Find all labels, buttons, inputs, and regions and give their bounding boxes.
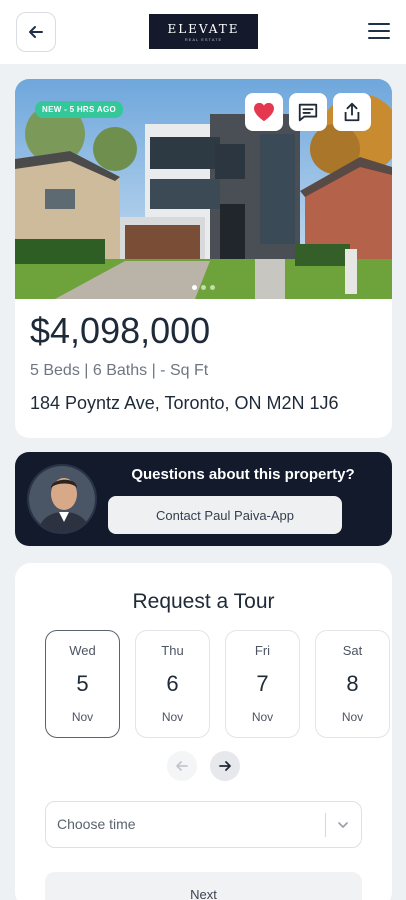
new-listing-badge: NEW - 5 HRS AGO	[35, 101, 123, 118]
listing-price: $4,098,000	[30, 310, 211, 351]
day-month: Nov	[341, 710, 364, 724]
contact-question: Questions about this property?	[131, 466, 355, 483]
day-number: 7	[256, 671, 269, 696]
logo-tagline: REAL ESTATE	[184, 36, 223, 42]
tour-day-option[interactable]: Fri 7 Nov	[225, 630, 300, 738]
tour-day-option[interactable]: Sat 8 Nov	[315, 630, 390, 738]
agent-avatar	[27, 464, 97, 534]
listing-specs: 5 Beds | 6 Baths | - Sq Ft	[30, 362, 209, 379]
back-button[interactable]	[16, 12, 56, 52]
listing-photo[interactable]: NEW - 5 HRS AGO	[15, 79, 392, 299]
arrow-left-icon	[176, 761, 188, 771]
favorite-button[interactable]	[245, 93, 283, 131]
contact-agent-button[interactable]: Contact Paul Paiva-App	[108, 496, 342, 534]
brand-logo[interactable]: ELEVATE REAL ESTATE	[149, 14, 258, 49]
day-weekday: Thu	[161, 643, 184, 658]
share-button[interactable]	[333, 93, 371, 131]
day-weekday: Sat	[342, 643, 363, 658]
carousel-dot-3[interactable]	[210, 285, 215, 290]
request-tour-card: Request a Tour Wed 5 Nov Thu 6 Nov Fri 7…	[15, 563, 392, 900]
choose-time-select[interactable]: Choose time	[45, 801, 362, 848]
day-number: 6	[166, 671, 179, 696]
hamburger-menu-icon[interactable]	[366, 20, 392, 42]
arrow-left-icon	[29, 26, 43, 38]
day-number: 8	[346, 671, 359, 696]
arrow-right-icon	[219, 761, 231, 771]
prev-days-button[interactable]	[167, 751, 197, 781]
day-month: Nov	[71, 710, 94, 724]
share-icon	[344, 102, 360, 122]
message-icon	[298, 103, 318, 122]
day-month: Nov	[251, 710, 274, 724]
photo-carousel-dots[interactable]	[15, 285, 392, 290]
heart-icon	[254, 102, 274, 122]
day-weekday: Fri	[254, 643, 271, 658]
tour-day-option[interactable]: Thu 6 Nov	[135, 630, 210, 738]
day-number: 5	[76, 671, 89, 696]
message-button[interactable]	[289, 93, 327, 131]
carousel-dot-1[interactable]	[192, 285, 197, 290]
chevron-down-icon[interactable]	[333, 815, 353, 835]
app-header: ELEVATE REAL ESTATE	[0, 0, 406, 64]
next-button[interactable]: Next	[45, 872, 362, 900]
listing-card: NEW - 5 HRS AGO $4,098,000 5 Beds | 6 Ba…	[15, 79, 392, 438]
logo-name: ELEVATE	[167, 21, 240, 36]
tour-title: Request a Tour	[132, 590, 275, 613]
tour-day-option[interactable]: Wed 5 Nov	[45, 630, 120, 738]
carousel-dot-2[interactable]	[201, 285, 206, 290]
day-month: Nov	[161, 710, 184, 724]
day-weekday: Wed	[69, 643, 96, 658]
listing-address: 184 Poyntz Ave, Toronto, ON M2N 1J6	[30, 393, 339, 413]
time-select-value: Choose time	[57, 816, 136, 832]
contact-agent-card: Questions about this property? Contact P…	[15, 452, 392, 546]
next-days-button[interactable]	[210, 751, 240, 781]
select-divider	[325, 813, 326, 837]
